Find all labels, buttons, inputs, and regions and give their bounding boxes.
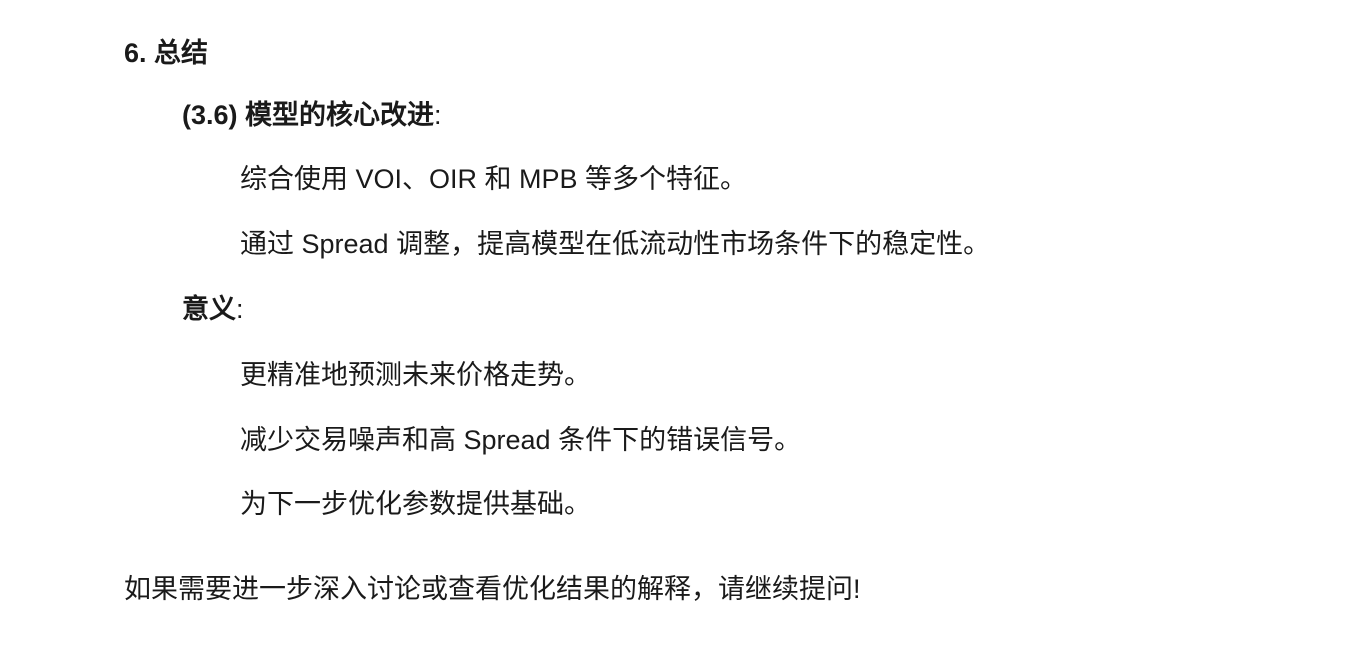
- improvements-colon: :: [434, 100, 442, 130]
- improvement-item-2: 通过 Spread 调整，提高模型在低流动性市场条件下的稳定性。: [240, 229, 991, 259]
- significance-colon: :: [236, 294, 244, 324]
- significance-item-3: 为下一步优化参数提供基础。: [240, 489, 591, 519]
- significance-item-1: 更精准地预测未来价格走势。: [240, 360, 591, 390]
- improvements-label: (3.6) 模型的核心改进:: [182, 97, 442, 133]
- significance-title: 意义: [182, 294, 236, 324]
- section-heading: 6. 总结: [124, 38, 209, 68]
- significance-item-2: 减少交易噪声和高 Spread 条件下的错误信号。: [240, 425, 802, 455]
- significance-label: 意义:: [182, 291, 244, 327]
- closing-message: 如果需要进一步深入讨论或查看优化结果的解释，请继续提问!: [124, 574, 861, 604]
- improvements-title: (3.6) 模型的核心改进: [182, 100, 435, 130]
- improvement-item-1: 综合使用 VOI、OIR 和 MPB 等多个特征。: [240, 164, 748, 194]
- document-body: 6. 总结 (3.6) 模型的核心改进: 综合使用 VOI、OIR 和 MPB …: [0, 0, 1358, 646]
